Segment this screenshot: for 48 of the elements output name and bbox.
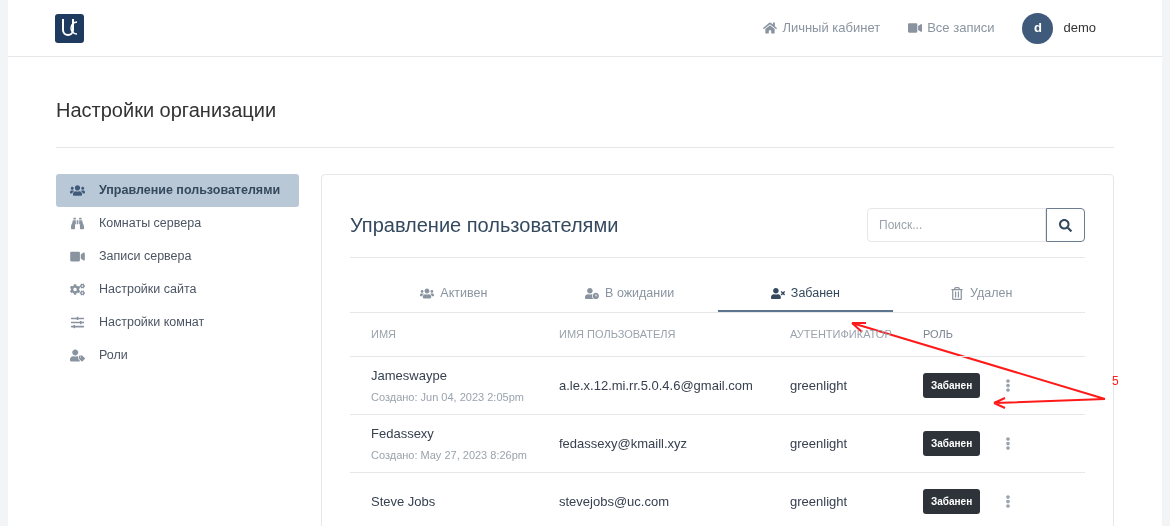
tab[interactable]: Забанен: [717, 276, 894, 312]
more-options-icon[interactable]: [1003, 437, 1013, 450]
more-options-icon[interactable]: [1003, 495, 1013, 508]
user-name-cell-text: Jameswaype: [371, 367, 448, 385]
logo-icon[interactable]: [55, 13, 84, 43]
sidebar-item[interactable]: Роли: [56, 339, 299, 372]
sidebar-item[interactable]: Записи сервера: [56, 240, 299, 273]
trash-icon: [949, 286, 964, 300]
sidebar-item[interactable]: Настройки комнат: [56, 306, 299, 339]
user-tag-icon: [70, 349, 85, 362]
role-badge: Забанен: [923, 431, 981, 456]
username-cell-text: stevejobs@uc.com: [559, 492, 671, 511]
user-name[interactable]: demo: [1063, 18, 1096, 38]
gears-icon: [70, 283, 85, 296]
video-camera-icon: [908, 21, 923, 35]
more-options-icon[interactable]: [1003, 379, 1013, 392]
annotation-number: 5: [1112, 373, 1119, 390]
username-cell-text: a.le.x.12.mi.rr.5.0.4.6@gmail.com: [559, 376, 754, 395]
user-cross-icon: [770, 286, 785, 300]
search-button[interactable]: [1046, 208, 1085, 242]
user-avatar[interactable]: d: [1022, 12, 1054, 44]
sidebar-item[interactable]: Комнаты сервера: [56, 207, 299, 240]
sidebar-item[interactable]: Управление пользователями: [56, 174, 299, 207]
binoculars-icon: [70, 217, 85, 230]
authenticator-cell-text: greenlight: [790, 376, 849, 395]
panel-title: Управление пользователями: [350, 213, 619, 238]
user-clock-icon: [585, 286, 600, 300]
authenticator-cell-text: greenlight: [790, 492, 849, 511]
created-date: Создано: Jun 04, 2023 2:05pm: [371, 389, 525, 405]
user-name-cell-text: Steve Jobs: [371, 492, 437, 511]
role-badge: Забанен: [923, 373, 981, 398]
authenticator-cell-text: greenlight: [790, 434, 849, 453]
page-title: Настройки организации: [56, 57, 1114, 148]
users-icon: [420, 286, 435, 300]
sliders-icon: [70, 316, 85, 329]
home-icon: [763, 21, 778, 35]
users-icon: [70, 184, 85, 197]
search-field[interactable]: Поиск...: [867, 208, 1046, 242]
video-camera-icon: [70, 250, 85, 263]
role-badge: Забанен: [923, 489, 981, 514]
created-date: Создано: May 27, 2023 8:26pm: [371, 447, 528, 463]
username-cell-text: fedassexy@kmaill.xyz: [559, 434, 689, 453]
search-icon: [1059, 218, 1072, 232]
user-name-cell-text: Fedassexy: [371, 425, 435, 443]
sidebar-item[interactable]: Настройки сайта: [56, 273, 299, 306]
column-header: ИМЯ ПОЛЬЗОВАТЕЛЯ: [559, 327, 677, 343]
column-header: ИМЯ: [370, 327, 397, 343]
column-header: АУТЕНТИФИКАТОР: [790, 327, 893, 343]
